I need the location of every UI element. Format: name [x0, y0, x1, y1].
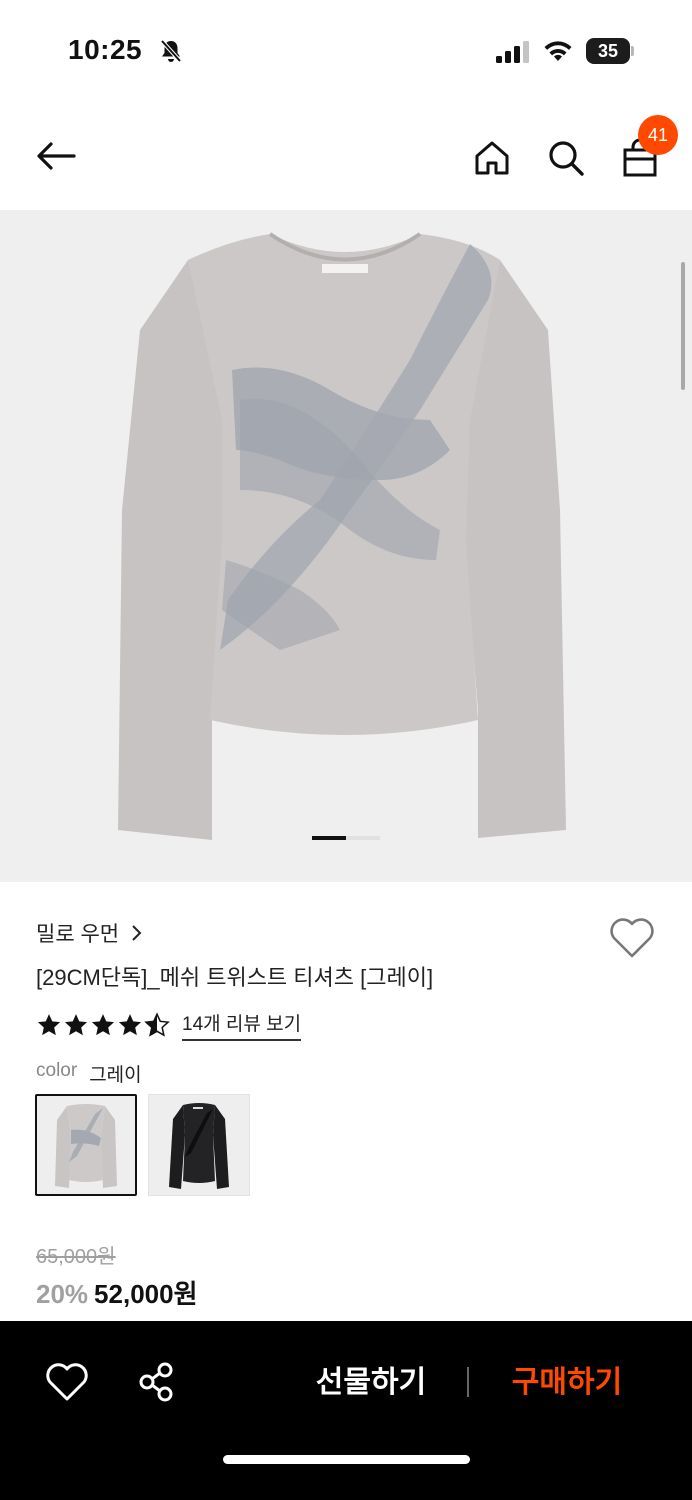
brand-name: 밀로 우먼: [36, 923, 120, 946]
rating-row: 14개 리뷰 보기: [36, 1009, 302, 1041]
gray-shirt-thumbnail: [55, 1104, 117, 1188]
price-row: 20% 52,000원: [36, 1274, 198, 1311]
heart-outline-icon: [610, 918, 654, 958]
star-full-icon: [91, 1014, 115, 1036]
cellular-signal-icon: [496, 41, 529, 63]
image-pager: [312, 836, 380, 840]
cart-count-badge: 41: [638, 115, 678, 155]
gift-button[interactable]: 선물하기: [296, 1361, 446, 1405]
arrow-left-icon: [37, 142, 76, 170]
bell-slash-icon: [160, 39, 182, 63]
color-value: 그레이: [89, 1065, 142, 1086]
star-half-icon: [144, 1012, 170, 1037]
action-divider: [467, 1367, 469, 1397]
wishlist-button[interactable]: [608, 916, 656, 960]
color-label: color: [36, 1060, 78, 1081]
buy-button[interactable]: 구매하기: [492, 1361, 642, 1405]
star-rating: [36, 1012, 170, 1038]
home-indicator: [223, 1455, 470, 1464]
top-navigation: [0, 100, 692, 210]
wifi-icon: [544, 41, 572, 61]
star-full-icon: [64, 1014, 88, 1036]
product-image[interactable]: [0, 210, 692, 882]
shirt-image: [118, 232, 566, 840]
star-full-icon: [118, 1014, 142, 1036]
share-icon: [139, 1362, 173, 1402]
status-bar: 10:25 35: [0, 0, 692, 100]
scroll-indicator: [681, 262, 685, 390]
battery-icon: 35: [586, 38, 634, 64]
original-price: 65,000원: [36, 1246, 116, 1268]
search-button[interactable]: [542, 134, 590, 182]
share-button[interactable]: [134, 1359, 180, 1405]
swatch-black[interactable]: [148, 1094, 250, 1196]
pager-track: [346, 836, 380, 840]
review-link[interactable]: 14개 리뷰 보기: [182, 1009, 302, 1041]
brand-link[interactable]: 밀로 우먼: [36, 918, 143, 948]
bottom-action-bar: 선물하기 구매하기: [0, 1321, 692, 1500]
home-button[interactable]: [468, 134, 516, 182]
color-option-row: color 그레이: [36, 1060, 142, 1087]
sale-price: 52,000원: [94, 1279, 198, 1309]
back-button[interactable]: [32, 132, 80, 180]
pager-active-segment: [312, 836, 346, 840]
chevron-right-icon: [132, 925, 142, 941]
heart-icon: [46, 1363, 88, 1401]
product-title: [29CM단독]_메쉬 트위스트 티셔츠 [그레이]: [36, 965, 434, 990]
black-shirt-thumbnail: [169, 1103, 229, 1189]
battery-cap: [631, 46, 634, 56]
discount-rate: 20%: [36, 1279, 89, 1309]
home-icon: [475, 141, 509, 175]
swatch-gray[interactable]: [35, 1094, 137, 1196]
star-full-icon: [37, 1014, 61, 1036]
status-time: 10:25: [68, 34, 143, 65]
search-icon: [549, 141, 584, 176]
battery-level: 35: [597, 41, 619, 61]
bottom-wishlist-button[interactable]: [44, 1359, 90, 1405]
